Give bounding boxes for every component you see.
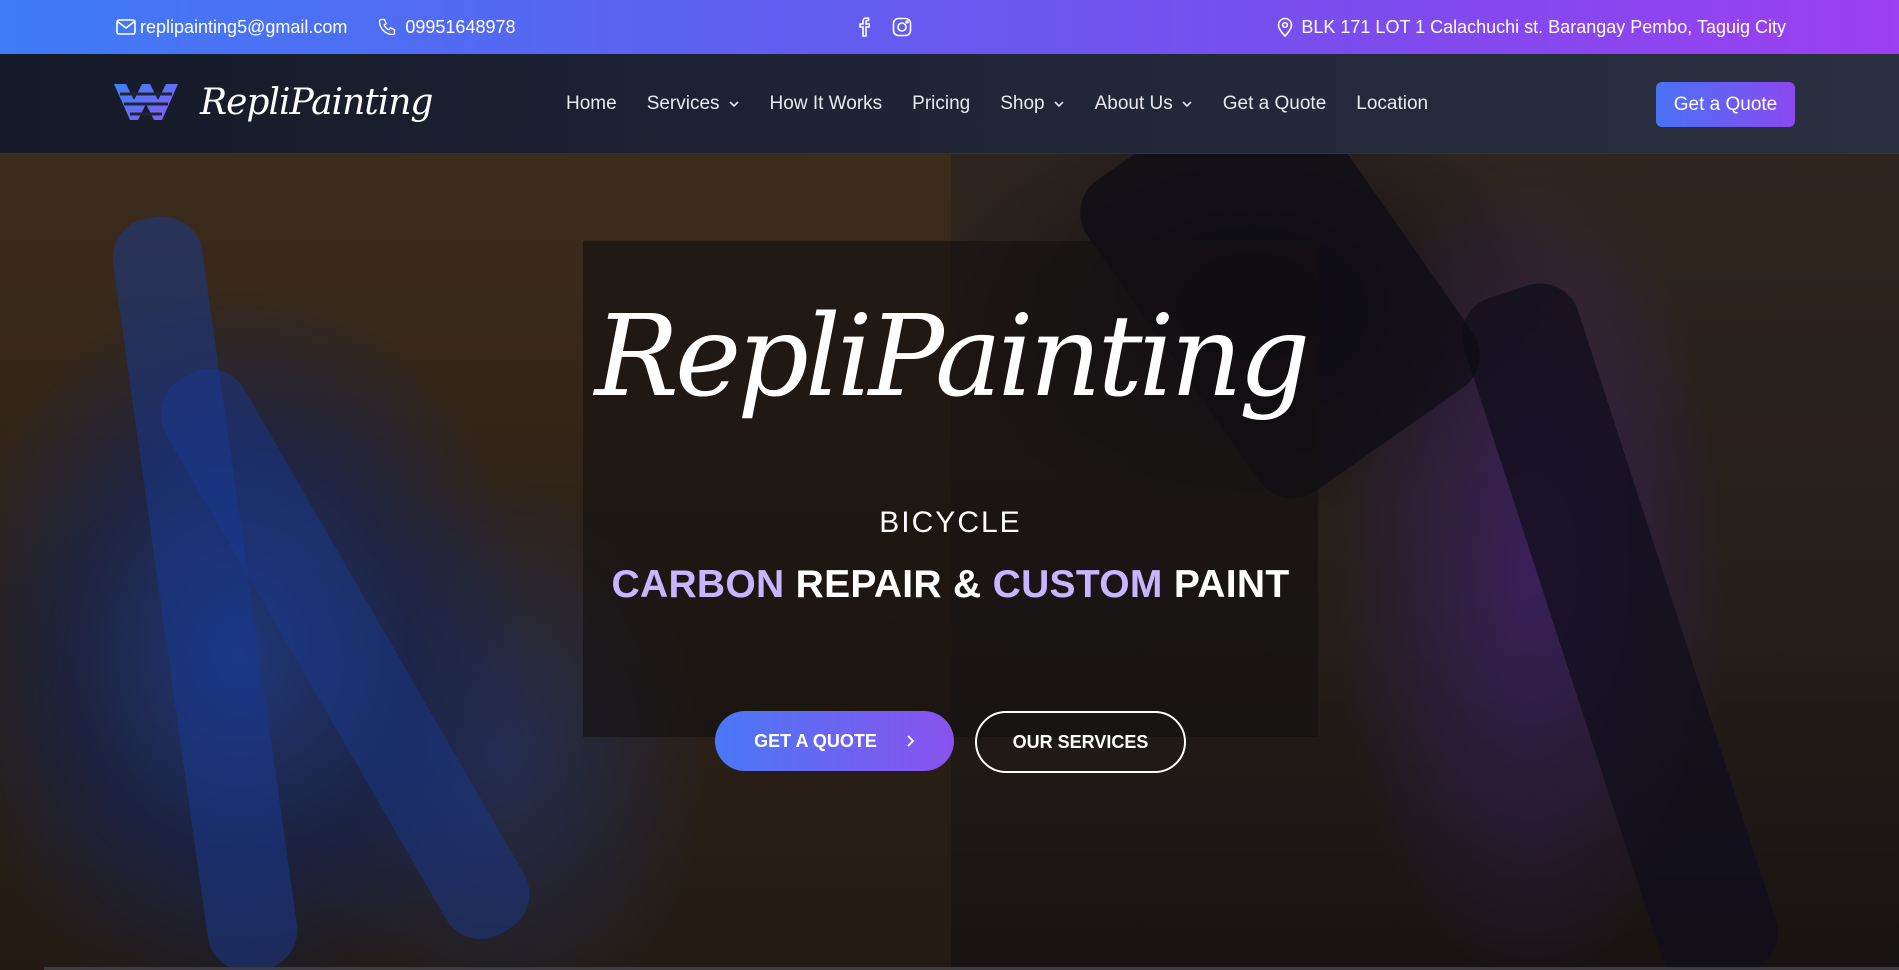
hero-content-box: RepliPainting BICYCLE CARBON REPAIR & CU… bbox=[583, 241, 1318, 773]
map-pin-icon bbox=[1277, 17, 1293, 37]
hero-kicker: BICYCLE bbox=[879, 506, 1022, 539]
phone-contact[interactable]: 09951648978 bbox=[377, 16, 516, 38]
nav-shop[interactable]: Shop bbox=[1000, 93, 1064, 115]
chevron-down-icon bbox=[728, 101, 739, 108]
nav-services[interactable]: Services bbox=[647, 93, 740, 115]
nav-shop-label: Shop bbox=[1000, 93, 1045, 114]
headline-repair: REPAIR & bbox=[784, 563, 993, 606]
hero-get-quote-label: GET A QUOTE bbox=[754, 730, 877, 751]
nav-location[interactable]: Location bbox=[1356, 93, 1428, 115]
nav-about-us[interactable]: About Us bbox=[1095, 93, 1193, 115]
nav-services-label: Services bbox=[646, 93, 720, 114]
nav-location-label: Location bbox=[1356, 93, 1429, 114]
main-navbar: RepliPainting Home Services How It Works… bbox=[0, 54, 1899, 154]
contact-info: replipainting5@gmail.com 09951648978 bbox=[116, 0, 516, 54]
brand-name: RepliPainting bbox=[200, 81, 433, 123]
headline-custom: CUSTOM bbox=[992, 563, 1163, 606]
hero-get-quote-button[interactable]: GET A QUOTE bbox=[715, 711, 954, 771]
nav-home-label: Home bbox=[566, 93, 617, 114]
get-quote-button[interactable]: Get a Quote bbox=[1656, 82, 1795, 127]
hero-headline: CARBON REPAIR & CUSTOM PAINT bbox=[583, 563, 1318, 607]
facebook-icon[interactable] bbox=[858, 17, 870, 37]
nav-how-it-works-label: How It Works bbox=[769, 93, 883, 114]
phone-icon bbox=[377, 17, 397, 37]
chevron-down-icon bbox=[1054, 101, 1064, 108]
phone-text: 09951648978 bbox=[405, 16, 516, 37]
logo-mark-icon bbox=[112, 80, 180, 124]
headline-paint: PAINT bbox=[1162, 563, 1290, 606]
hero-logo-text: RepliPainting bbox=[594, 292, 1311, 422]
brand-logo[interactable]: RepliPainting bbox=[112, 80, 433, 124]
primary-nav: Home Services How It Works Pricing Shop … bbox=[566, 54, 1428, 154]
nav-get-a-quote[interactable]: Get a Quote bbox=[1223, 93, 1327, 115]
email-text: replipainting5@gmail.com bbox=[140, 16, 348, 37]
top-contact-bar: replipainting5@gmail.com 09951648978 BLK… bbox=[0, 0, 1899, 54]
nav-how-it-works[interactable]: How It Works bbox=[770, 93, 883, 115]
hero-section: RepliPainting BICYCLE CARBON REPAIR & CU… bbox=[0, 154, 1899, 970]
instagram-icon[interactable] bbox=[892, 17, 912, 37]
chevron-down-icon bbox=[1182, 101, 1192, 108]
mail-icon bbox=[116, 19, 136, 35]
nav-get-a-quote-label: Get a Quote bbox=[1222, 93, 1327, 114]
nav-about-us-label: About Us bbox=[1094, 93, 1173, 114]
chevron-right-icon bbox=[907, 735, 915, 747]
social-links bbox=[858, 0, 912, 54]
address-text: BLK 171 LOT 1 Calachuchi st. Barangay Pe… bbox=[1301, 16, 1786, 37]
hero-our-services-button[interactable]: OUR SERVICES bbox=[975, 711, 1186, 773]
nav-pricing[interactable]: Pricing bbox=[912, 93, 970, 115]
email-contact[interactable]: replipainting5@gmail.com bbox=[116, 17, 347, 38]
headline-carbon: CARBON bbox=[611, 563, 785, 606]
address-info: BLK 171 LOT 1 Calachuchi st. Barangay Pe… bbox=[1277, 0, 1786, 54]
nav-pricing-label: Pricing bbox=[912, 93, 971, 114]
nav-home[interactable]: Home bbox=[566, 93, 617, 115]
